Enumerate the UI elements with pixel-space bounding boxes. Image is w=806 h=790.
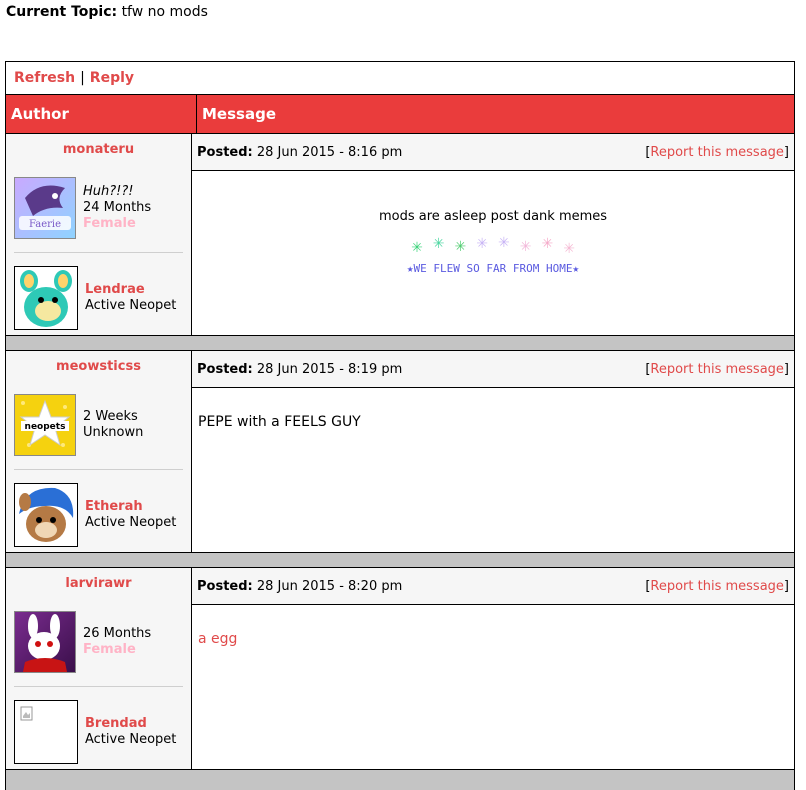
author-username[interactable]: meowsticss — [56, 359, 141, 374]
white-creature-avatar-icon — [14, 610, 76, 673]
posted-label: Posted: — [197, 578, 253, 594]
posted-label: Posted: — [197, 144, 253, 160]
current-topic: Current Topic: tfw no mods — [6, 4, 208, 20]
broken-image-icon[interactable] — [14, 699, 78, 764]
account-age: 24 Months — [83, 199, 152, 215]
author-gender: Female — [83, 215, 136, 231]
post-spacer — [6, 336, 794, 351]
message-body: mods are asleep post dank memes ✳ ✳ ✳ ✳ ✳ ✳ ✳ ✳… — [192, 171, 794, 335]
reply-link[interactable]: Reply — [90, 70, 134, 86]
author-divider — [14, 686, 183, 687]
message-text: PEPE with a FEELS GUY — [198, 414, 361, 430]
message-board: Refresh | Reply Author Message monateru … — [5, 61, 795, 790]
topic-label: Current Topic: — [6, 4, 118, 20]
post: meowsticss neopets 2 Weeks Unknown Ether… — [6, 351, 794, 553]
report-message-link[interactable]: Report this message — [650, 579, 784, 594]
faerie-avatar-icon: Faerie — [14, 176, 76, 239]
neopet-status: Active Neopet — [85, 731, 177, 747]
topic-actions: Refresh | Reply — [6, 62, 794, 95]
neopet-status: Active Neopet — [85, 514, 177, 530]
report-message: [Report this message] — [645, 144, 789, 160]
neopet-image[interactable] — [14, 265, 78, 330]
neopet-name[interactable]: Lendrae — [85, 282, 176, 298]
message-cell: Posted: 28 Jun 2015 - 8:20 pm [Report th… — [192, 568, 794, 769]
post-meta: Posted: 28 Jun 2015 - 8:20 pm [Report th… — [192, 568, 794, 605]
svg-text:neopets: neopets — [25, 422, 66, 432]
post-spacer — [6, 770, 794, 790]
author-title: Huh?!?! — [83, 183, 134, 199]
message-cell: Posted: 28 Jun 2015 - 8:16 pm [Report th… — [192, 134, 794, 335]
report-message-link[interactable]: Report this message — [650, 362, 784, 377]
message-column-header: Message — [202, 105, 276, 123]
neopet-status: Active Neopet — [85, 297, 177, 313]
post-spacer — [6, 553, 794, 568]
neopet-name[interactable]: Etherah — [85, 499, 176, 515]
author-cell: larvirawr 26 Months Female Brendad Activ… — [6, 568, 192, 769]
author-cell: meowsticss neopets 2 Weeks Unknown Ether… — [6, 351, 192, 552]
post: monateru Faerie Huh?!?! 24 Months Female… — [6, 134, 794, 336]
posted-label: Posted: — [197, 361, 253, 377]
account-age: 26 Months — [83, 625, 152, 641]
post-date: 28 Jun 2015 - 8:20 pm — [256, 578, 403, 594]
neopet-name[interactable]: Brendad — [85, 716, 176, 732]
post-date: 28 Jun 2015 - 8:19 pm — [256, 361, 403, 377]
author-gender: Female — [83, 641, 136, 657]
table-header: Author Message — [6, 95, 794, 134]
author-username[interactable]: monateru — [63, 142, 134, 157]
message-text: mods are asleep post dank memes — [378, 209, 608, 224]
svg-text:Faerie: Faerie — [29, 219, 61, 230]
post-date: 28 Jun 2015 - 8:16 pm — [256, 144, 403, 160]
message-text: a egg — [198, 631, 238, 647]
message-cell: Posted: 28 Jun 2015 - 8:19 pm [Report th… — [192, 351, 794, 552]
neopets-star-avatar-icon: neopets — [14, 393, 76, 456]
post-meta: Posted: 28 Jun 2015 - 8:19 pm [Report th… — [192, 351, 794, 388]
report-message: [Report this message] — [645, 361, 789, 377]
post-meta: Posted: 28 Jun 2015 - 8:16 pm [Report th… — [192, 134, 794, 171]
message-body: PEPE with a FEELS GUY — [192, 388, 794, 552]
author-gender: Unknown — [83, 424, 144, 440]
action-separator: | — [80, 70, 85, 86]
report-message-link[interactable]: Report this message — [650, 145, 784, 160]
post: larvirawr 26 Months Female Brendad Activ… — [6, 568, 794, 770]
sparkle-decoration: ✳ ✳ ✳ ✳ ✳ ✳ ✳ ✳ — [411, 235, 575, 257]
report-message: [Report this message] — [645, 578, 789, 594]
topic-title: tfw no mods — [121, 4, 208, 20]
neopet-image[interactable] — [14, 482, 78, 547]
message-body: a egg — [192, 605, 794, 769]
author-divider — [14, 469, 183, 470]
refresh-link[interactable]: Refresh — [14, 70, 75, 86]
author-column-header: Author — [6, 95, 197, 133]
author-divider — [14, 252, 183, 253]
author-username[interactable]: larvirawr — [65, 576, 131, 591]
author-cell: monateru Faerie Huh?!?! 24 Months Female… — [6, 134, 192, 335]
account-age: 2 Weeks — [83, 408, 138, 424]
